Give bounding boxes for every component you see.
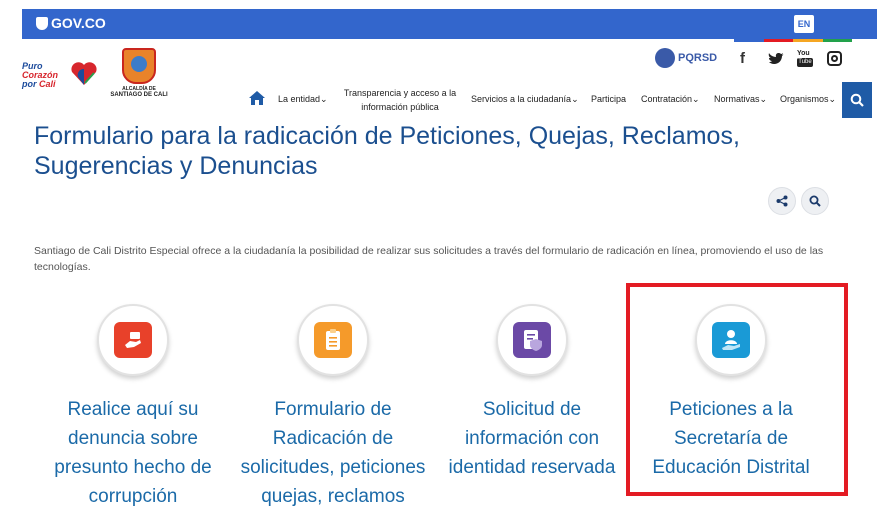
nav-organismos-label: Organismos — [780, 94, 829, 104]
card-label: Solicitud de información con identidad r… — [448, 399, 616, 478]
coat-of-arms-icon — [122, 48, 156, 84]
alcaldia-logo[interactable]: ALCALDÍA DE SANTIAGO DE CALI — [104, 48, 174, 98]
pqrsd-label: PQRSD — [678, 52, 718, 64]
card-label: Formulario de Radicación de solicitudes,… — [240, 399, 426, 507]
govco-logo[interactable]: GOV.CO — [36, 15, 106, 31]
language-button[interactable]: EN — [794, 15, 814, 33]
nav-normativas-label: Normativas — [714, 94, 760, 104]
govco-logo-text: GOV.CO — [51, 15, 106, 31]
header-search-button[interactable] — [842, 82, 872, 118]
puro-corazon-logo[interactable]: Puro Corazón por Cali — [22, 60, 98, 96]
nav-contratacion[interactable]: Contratación⌄ — [641, 94, 700, 105]
chevron-down-icon: ⌄ — [828, 94, 837, 104]
card-badge — [97, 304, 169, 376]
brand-line4: Cali — [39, 79, 56, 89]
strip-blue — [734, 39, 764, 42]
page-search-button[interactable] — [801, 187, 829, 215]
card-badge — [496, 304, 568, 376]
share-button[interactable] — [768, 187, 796, 215]
chevron-down-icon: ⌄ — [320, 94, 328, 104]
pqrsd-link[interactable]: PQRSD — [655, 48, 717, 68]
nav-servicios-label: Servicios a la ciudadanía — [471, 94, 572, 104]
card-identidad-reservada[interactable]: Solicitud de información con identidad r… — [437, 304, 627, 482]
card-label: Realice aquí su denuncia sobre presunto … — [54, 399, 212, 507]
strip-green — [822, 39, 852, 42]
heart-icon — [71, 62, 97, 85]
nav-normativas[interactable]: Normativas⌄ — [714, 94, 767, 105]
highlight-box — [626, 283, 848, 496]
card-denuncia-corrupcion[interactable]: Realice aquí su denuncia sobre presunto … — [38, 304, 228, 511]
card-formulario-radicacion[interactable]: Formulario de Radicación de solicitudes,… — [238, 304, 428, 511]
chevron-down-icon: ⌄ — [692, 94, 700, 104]
youtube-icon[interactable]: You Tube — [797, 50, 813, 68]
instagram-icon[interactable] — [827, 51, 842, 66]
search-icon — [850, 93, 864, 107]
govco-shield-icon — [36, 16, 48, 30]
nav-servicios[interactable]: Servicios a la ciudadanía⌄ — [471, 94, 579, 105]
shield-document-icon — [513, 322, 551, 358]
strip-yellow — [793, 39, 823, 42]
strip-red — [763, 39, 793, 42]
page-title: Formulario para la radicación de Peticio… — [34, 122, 740, 180]
search-icon — [809, 195, 821, 207]
nav-la-entidad-label: La entidad — [278, 94, 321, 104]
govco-bar: GOV.CO EN — [22, 9, 877, 39]
brand-line3: por — [22, 79, 37, 89]
hand-money-icon — [114, 322, 152, 358]
nav-organismos[interactable]: Organismos⌄ — [780, 94, 836, 105]
alcaldia-line2: SANTIAGO DE CALI — [110, 92, 168, 98]
nav-participa[interactable]: Participa — [591, 94, 626, 104]
chevron-down-icon: ⌄ — [759, 94, 768, 104]
chevron-down-icon: ⌄ — [571, 94, 579, 104]
color-strip — [734, 39, 852, 42]
home-icon[interactable] — [249, 91, 265, 105]
nav-la-entidad[interactable]: La entidad⌄ — [278, 94, 328, 105]
nav-contratacion-label: Contratación — [641, 94, 693, 104]
clipboard-icon — [314, 322, 352, 358]
brand-text: Puro Corazón por Cali — [22, 62, 58, 89]
facebook-icon[interactable]: f — [740, 50, 745, 67]
nav-transparencia[interactable]: Transparencia y acceso a la información … — [340, 86, 460, 114]
share-icon — [776, 195, 788, 207]
intro-text: Santiago de Cali Distrito Especial ofrec… — [34, 245, 824, 273]
pqrsd-icon — [655, 48, 675, 68]
card-badge — [297, 304, 369, 376]
twitter-icon[interactable] — [768, 52, 784, 66]
